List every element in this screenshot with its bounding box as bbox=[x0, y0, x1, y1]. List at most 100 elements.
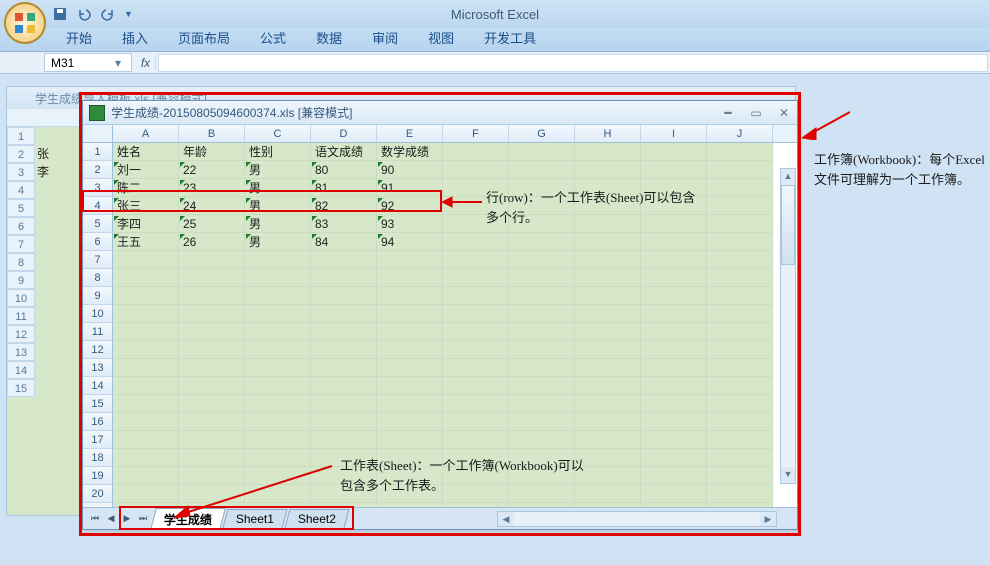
cell[interactable] bbox=[311, 323, 377, 341]
cell[interactable] bbox=[377, 431, 443, 449]
cell[interactable] bbox=[575, 413, 641, 431]
cell[interactable] bbox=[707, 287, 773, 305]
cell[interactable] bbox=[311, 359, 377, 377]
cell[interactable] bbox=[509, 413, 575, 431]
cell[interactable] bbox=[575, 233, 641, 251]
cell[interactable]: 男 bbox=[245, 161, 311, 179]
cell[interactable] bbox=[641, 305, 707, 323]
cell[interactable] bbox=[311, 413, 377, 431]
cell[interactable] bbox=[113, 359, 179, 377]
cell[interactable]: 数学成绩 bbox=[377, 143, 443, 161]
scrollbar-thumb[interactable] bbox=[781, 185, 795, 265]
undo-icon[interactable] bbox=[76, 6, 92, 22]
cell[interactable] bbox=[113, 287, 179, 305]
cell[interactable] bbox=[707, 197, 773, 215]
cell[interactable] bbox=[245, 269, 311, 287]
cell[interactable] bbox=[245, 395, 311, 413]
cell[interactable]: 刘一 bbox=[113, 161, 179, 179]
column-header[interactable]: E bbox=[377, 125, 443, 142]
cell[interactable] bbox=[575, 359, 641, 377]
cell[interactable] bbox=[641, 431, 707, 449]
row-header[interactable]: 19 bbox=[83, 467, 113, 485]
cell[interactable] bbox=[443, 233, 509, 251]
cell[interactable] bbox=[443, 287, 509, 305]
row-header[interactable]: 14 bbox=[83, 377, 113, 395]
column-header[interactable]: H bbox=[575, 125, 641, 142]
column-header[interactable]: C bbox=[245, 125, 311, 142]
cell[interactable] bbox=[377, 413, 443, 431]
cell[interactable] bbox=[179, 413, 245, 431]
cell[interactable] bbox=[113, 413, 179, 431]
cell[interactable] bbox=[641, 161, 707, 179]
scroll-up-icon[interactable]: ▲ bbox=[781, 169, 795, 185]
cell[interactable] bbox=[509, 233, 575, 251]
row-header[interactable]: 16 bbox=[83, 413, 113, 431]
row-header[interactable]: 18 bbox=[83, 449, 113, 467]
cell[interactable] bbox=[641, 233, 707, 251]
column-header[interactable]: A bbox=[113, 125, 179, 142]
row-header[interactable]: 6 bbox=[7, 217, 35, 235]
cell[interactable] bbox=[641, 467, 707, 485]
cell[interactable]: 年龄 bbox=[179, 143, 245, 161]
cell[interactable]: 24 bbox=[179, 197, 245, 215]
cell[interactable] bbox=[707, 485, 773, 503]
cell[interactable] bbox=[443, 251, 509, 269]
cell[interactable] bbox=[509, 143, 575, 161]
row-header[interactable]: 11 bbox=[7, 307, 35, 325]
column-header[interactable]: B bbox=[179, 125, 245, 142]
cell[interactable] bbox=[641, 485, 707, 503]
cell[interactable] bbox=[575, 305, 641, 323]
row-header[interactable]: 10 bbox=[83, 305, 113, 323]
workbook-titlebar[interactable]: 学生成绩-20150805094600374.xls [兼容模式] ━ ▭ ✕ bbox=[83, 101, 797, 125]
tab-devtools[interactable]: 开发工具 bbox=[470, 24, 550, 51]
cell[interactable] bbox=[707, 413, 773, 431]
row-header[interactable]: 4 bbox=[7, 181, 35, 199]
cell[interactable] bbox=[641, 143, 707, 161]
cell[interactable] bbox=[641, 377, 707, 395]
cell[interactable] bbox=[443, 359, 509, 377]
cell[interactable] bbox=[377, 269, 443, 287]
cell[interactable]: 男 bbox=[245, 233, 311, 251]
cell[interactable] bbox=[113, 323, 179, 341]
first-sheet-icon[interactable]: ⏮ bbox=[87, 511, 103, 527]
cell[interactable] bbox=[443, 377, 509, 395]
cell[interactable] bbox=[509, 251, 575, 269]
row-header[interactable]: 3 bbox=[7, 163, 35, 181]
tab-layout[interactable]: 页面布局 bbox=[164, 24, 244, 51]
cell[interactable] bbox=[575, 161, 641, 179]
cell[interactable]: 男 bbox=[245, 179, 311, 197]
cell[interactable] bbox=[179, 377, 245, 395]
cell[interactable] bbox=[377, 287, 443, 305]
cell[interactable] bbox=[575, 323, 641, 341]
cell[interactable] bbox=[113, 449, 179, 467]
formula-input[interactable] bbox=[158, 54, 988, 72]
cell[interactable] bbox=[377, 323, 443, 341]
maximize-icon[interactable]: ▭ bbox=[749, 106, 763, 120]
cell[interactable] bbox=[509, 287, 575, 305]
row-header[interactable]: 1 bbox=[83, 143, 113, 161]
tab-view[interactable]: 视图 bbox=[414, 24, 468, 51]
prev-sheet-icon[interactable]: ◀ bbox=[103, 511, 119, 527]
cell[interactable] bbox=[509, 359, 575, 377]
row-header[interactable]: 6 bbox=[83, 233, 113, 251]
cell[interactable] bbox=[311, 377, 377, 395]
column-header[interactable]: J bbox=[707, 125, 773, 142]
tab-review[interactable]: 审阅 bbox=[358, 24, 412, 51]
row-header[interactable]: 9 bbox=[7, 271, 35, 289]
fx-icon[interactable]: fx bbox=[136, 56, 156, 70]
cell[interactable]: 26 bbox=[179, 233, 245, 251]
tab-home[interactable]: 开始 bbox=[52, 24, 106, 51]
cell[interactable] bbox=[641, 413, 707, 431]
row-header[interactable]: 15 bbox=[7, 379, 35, 397]
horizontal-scrollbar[interactable]: ◀ ▶ bbox=[497, 511, 777, 527]
cell[interactable] bbox=[443, 143, 509, 161]
spreadsheet-grid[interactable]: ABCDEFGHIJ 1姓名年龄性别语文成绩数学成绩2刘一22男80903陈二2… bbox=[83, 125, 797, 507]
row-header[interactable]: 14 bbox=[7, 361, 35, 379]
cell[interactable] bbox=[377, 395, 443, 413]
cell[interactable] bbox=[113, 251, 179, 269]
cell[interactable] bbox=[707, 215, 773, 233]
cell[interactable] bbox=[509, 431, 575, 449]
cell[interactable] bbox=[707, 143, 773, 161]
column-header[interactable]: D bbox=[311, 125, 377, 142]
row-header[interactable]: 5 bbox=[7, 199, 35, 217]
